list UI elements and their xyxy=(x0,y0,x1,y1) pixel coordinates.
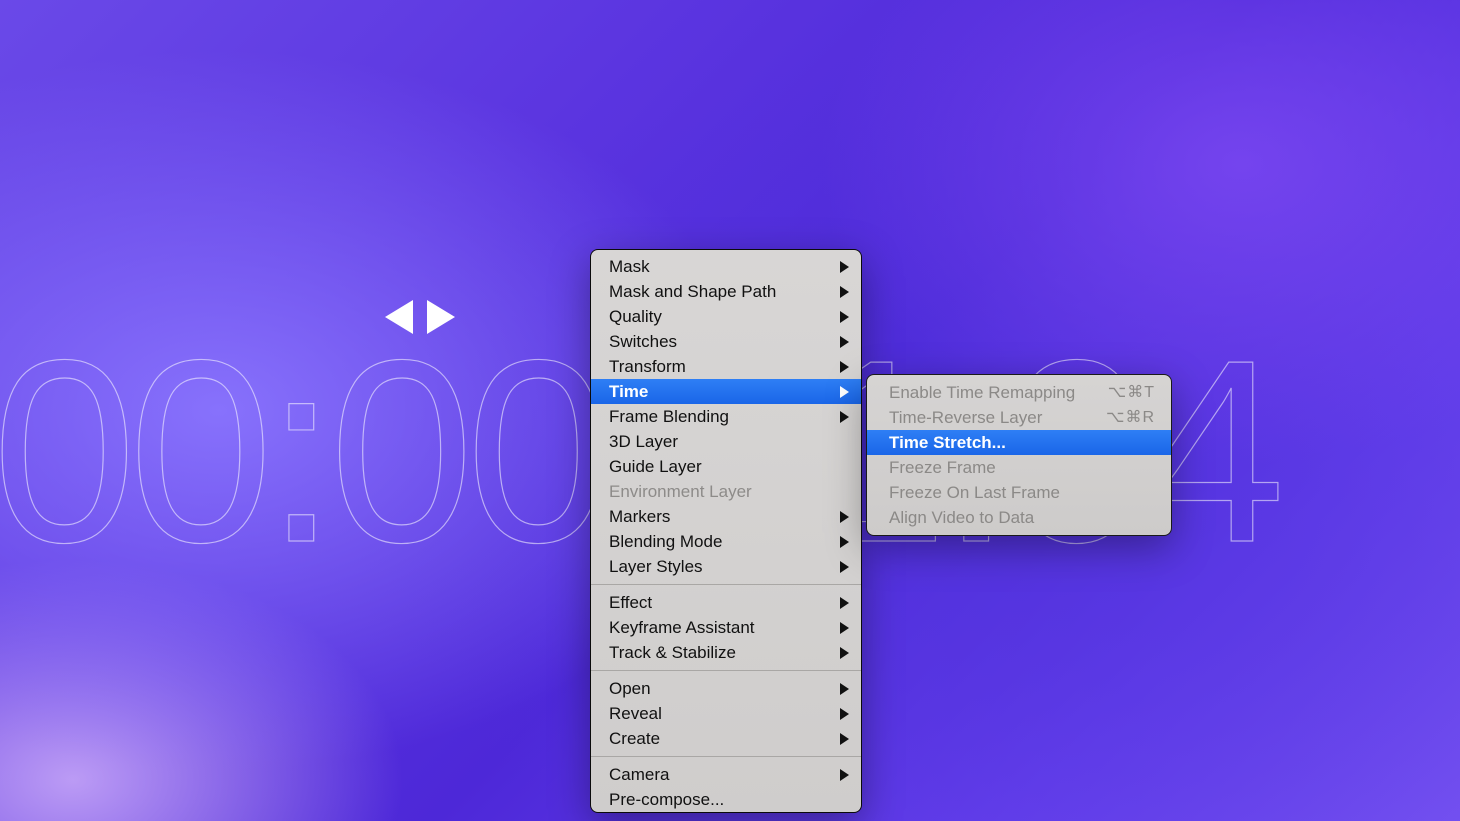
submenu-item-label: Time-Reverse Layer xyxy=(889,405,1042,430)
submenu-arrow-icon xyxy=(840,769,849,781)
menu-item-time[interactable]: Time xyxy=(591,379,861,404)
menu-separator xyxy=(591,584,861,585)
menu-item-mask[interactable]: Mask xyxy=(591,254,861,279)
menu-item-label: Time xyxy=(609,382,648,401)
menu-item-label: 3D Layer xyxy=(609,432,678,451)
menu-item-camera[interactable]: Camera xyxy=(591,762,861,787)
submenu-arrow-icon xyxy=(840,286,849,298)
time-submenu[interactable]: Enable Time Remapping⌥⌘TTime-Reverse Lay… xyxy=(866,374,1172,536)
submenu-arrow-icon xyxy=(840,511,849,523)
submenu-arrow-icon xyxy=(840,597,849,609)
menu-item-mask-and-shape-path[interactable]: Mask and Shape Path xyxy=(591,279,861,304)
submenu-arrow-icon xyxy=(840,311,849,323)
submenu-arrow-icon xyxy=(840,386,849,398)
submenu-item-enable-time-remapping: Enable Time Remapping ⌥⌘T xyxy=(867,380,1171,405)
submenu-item-label: Align Video to Data xyxy=(889,505,1034,530)
menu-item-quality[interactable]: Quality xyxy=(591,304,861,329)
submenu-arrow-icon xyxy=(840,336,849,348)
menu-item-label: Camera xyxy=(609,765,669,784)
menu-item-switches[interactable]: Switches xyxy=(591,329,861,354)
menu-item-label: Guide Layer xyxy=(609,457,702,476)
submenu-item-freeze-frame: Freeze Frame xyxy=(867,455,1171,480)
submenu-item-label: Enable Time Remapping xyxy=(889,380,1075,405)
submenu-arrow-icon xyxy=(840,411,849,423)
menu-item-label: Open xyxy=(609,679,651,698)
keyboard-shortcut: ⌥⌘T xyxy=(1108,380,1155,405)
triangle-right-icon xyxy=(427,300,455,334)
layer-context-menu[interactable]: Mask Mask and Shape Path Quality Switches Tr… xyxy=(590,249,862,813)
menu-item-label: Frame Blending xyxy=(609,407,729,426)
playback-arrows xyxy=(385,300,455,334)
menu-item-label: Effect xyxy=(609,593,652,612)
submenu-item-label: Freeze Frame xyxy=(889,455,996,480)
menu-item-environment-layer: Environment Layer xyxy=(591,479,861,504)
menu-item-pre-compose[interactable]: Pre-compose... xyxy=(591,787,861,812)
menu-item-frame-blending[interactable]: Frame Blending xyxy=(591,404,861,429)
submenu-arrow-icon xyxy=(840,561,849,573)
menu-item-label: Layer Styles xyxy=(609,557,703,576)
submenu-item-label: Freeze On Last Frame xyxy=(889,480,1060,505)
submenu-item-time-reverse-layer: Time-Reverse Layer ⌥⌘R xyxy=(867,405,1171,430)
menu-item-label: Reveal xyxy=(609,704,662,723)
menu-item-label: Markers xyxy=(609,507,670,526)
submenu-arrow-icon xyxy=(840,683,849,695)
triangle-left-icon xyxy=(385,300,413,334)
submenu-arrow-icon xyxy=(840,708,849,720)
menu-item-3d-layer[interactable]: 3D Layer xyxy=(591,429,861,454)
menu-item-guide-layer[interactable]: Guide Layer xyxy=(591,454,861,479)
menu-item-track-stabilize[interactable]: Track & Stabilize xyxy=(591,640,861,665)
menu-item-label: Switches xyxy=(609,332,677,351)
menu-item-open[interactable]: Open xyxy=(591,676,861,701)
menu-item-markers[interactable]: Markers xyxy=(591,504,861,529)
menu-item-label: Blending Mode xyxy=(609,532,722,551)
menu-separator xyxy=(591,670,861,671)
submenu-arrow-icon xyxy=(840,622,849,634)
menu-item-label: Create xyxy=(609,729,660,748)
menu-item-transform[interactable]: Transform xyxy=(591,354,861,379)
menu-item-label: Mask and Shape Path xyxy=(609,282,776,301)
submenu-arrow-icon xyxy=(840,261,849,273)
menu-item-label: Pre-compose... xyxy=(609,790,724,809)
menu-item-blending-mode[interactable]: Blending Mode xyxy=(591,529,861,554)
menu-separator xyxy=(591,756,861,757)
menu-item-label: Environment Layer xyxy=(609,482,752,501)
menu-item-label: Keyframe Assistant xyxy=(609,618,755,637)
menu-item-label: Quality xyxy=(609,307,662,326)
keyboard-shortcut: ⌥⌘R xyxy=(1106,405,1155,430)
submenu-arrow-icon xyxy=(840,536,849,548)
menu-item-layer-styles[interactable]: Layer Styles xyxy=(591,554,861,579)
submenu-item-label: Time Stretch... xyxy=(889,430,1006,455)
menu-item-reveal[interactable]: Reveal xyxy=(591,701,861,726)
menu-item-label: Mask xyxy=(609,257,650,276)
submenu-item-time-stretch[interactable]: Time Stretch... xyxy=(867,430,1171,455)
submenu-arrow-icon xyxy=(840,647,849,659)
menu-item-effect[interactable]: Effect xyxy=(591,590,861,615)
submenu-item-align-video-to-data: Align Video to Data xyxy=(867,505,1171,530)
menu-item-keyframe-assistant[interactable]: Keyframe Assistant xyxy=(591,615,861,640)
menu-item-create[interactable]: Create xyxy=(591,726,861,751)
submenu-item-freeze-on-last-frame: Freeze On Last Frame xyxy=(867,480,1171,505)
submenu-arrow-icon xyxy=(840,733,849,745)
menu-item-label: Track & Stabilize xyxy=(609,643,736,662)
menu-item-label: Transform xyxy=(609,357,686,376)
submenu-arrow-icon xyxy=(840,361,849,373)
